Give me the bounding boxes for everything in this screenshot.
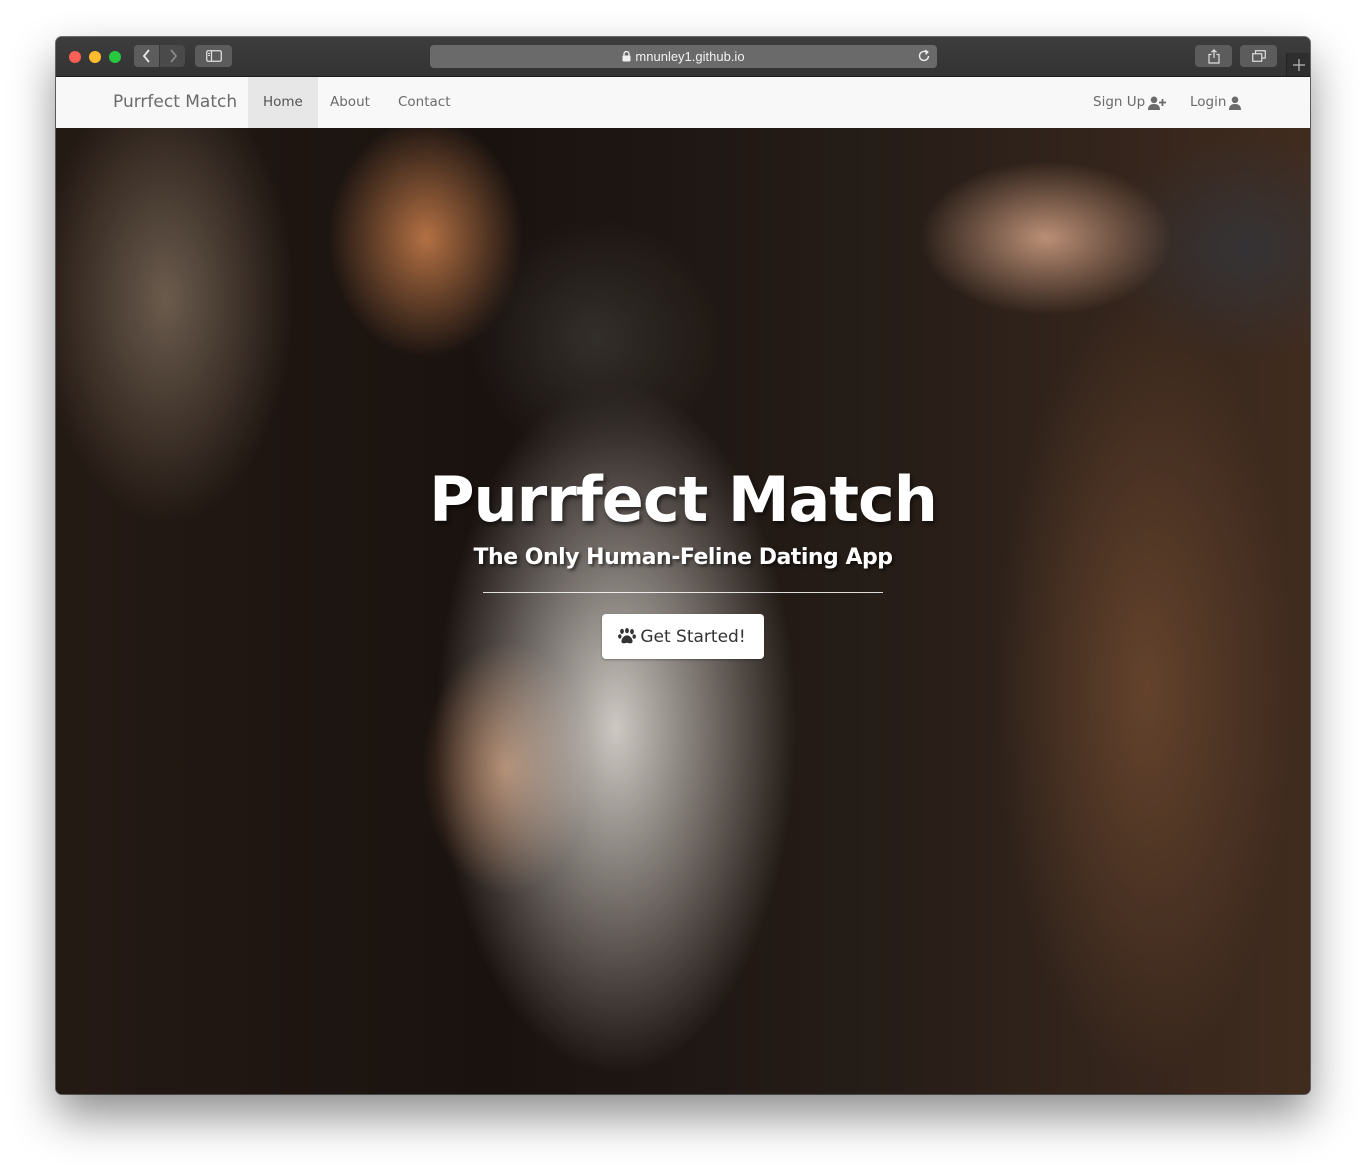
- close-window-button[interactable]: [69, 51, 81, 63]
- site-navbar: Purrfect Match Home About Contact Sign U…: [56, 77, 1310, 129]
- browser-toolbar: mnunley1.github.io: [56, 37, 1310, 77]
- tabs-overview-icon: [1251, 50, 1266, 62]
- hero-section: Purrfect Match The Only Human-Feline Dat…: [56, 128, 1310, 1094]
- user-plus-icon: [1148, 96, 1167, 110]
- get-started-button[interactable]: Get Started!: [602, 614, 764, 659]
- user-icon: [1229, 96, 1242, 110]
- sidebar-toggle-button[interactable]: [195, 45, 232, 67]
- sign-up-link[interactable]: Sign Up: [1078, 77, 1181, 128]
- sign-up-label: Sign Up: [1093, 94, 1146, 110]
- hero-divider: [483, 592, 883, 593]
- nav-link-home[interactable]: Home: [248, 77, 318, 128]
- address-bar[interactable]: mnunley1.github.io: [430, 45, 937, 68]
- show-tabs-button[interactable]: [1240, 45, 1277, 67]
- login-link[interactable]: Login: [1175, 77, 1256, 128]
- paw-icon: [618, 628, 637, 644]
- chevron-right-icon: [169, 49, 177, 63]
- hero-title: Purrfect Match: [429, 463, 938, 536]
- navbar-brand[interactable]: Purrfect Match: [113, 92, 237, 112]
- lock-icon: [622, 51, 631, 62]
- share-icon: [1207, 48, 1220, 64]
- browser-window: mnunley1.github.io Purrfect Match Home A…: [56, 37, 1310, 1094]
- new-tab-button[interactable]: [1286, 53, 1310, 76]
- login-label: Login: [1190, 94, 1227, 110]
- plus-icon: [1293, 58, 1305, 71]
- get-started-label: Get Started!: [640, 626, 746, 647]
- minimize-window-button[interactable]: [89, 51, 101, 63]
- zoom-window-button[interactable]: [109, 51, 121, 63]
- sidebar-icon: [205, 50, 222, 62]
- back-button[interactable]: [134, 45, 159, 67]
- forward-button[interactable]: [160, 45, 185, 67]
- url-text: mnunley1.github.io: [635, 49, 745, 64]
- hero-subtitle: The Only Human-Feline Dating App: [473, 545, 893, 570]
- share-button[interactable]: [1195, 45, 1232, 67]
- nav-link-about[interactable]: About: [315, 77, 385, 128]
- hero-content: Purrfect Match The Only Human-Feline Dat…: [56, 460, 1310, 659]
- chevron-left-icon: [142, 49, 150, 63]
- nav-link-contact[interactable]: Contact: [383, 77, 466, 128]
- reload-icon[interactable]: [916, 48, 932, 64]
